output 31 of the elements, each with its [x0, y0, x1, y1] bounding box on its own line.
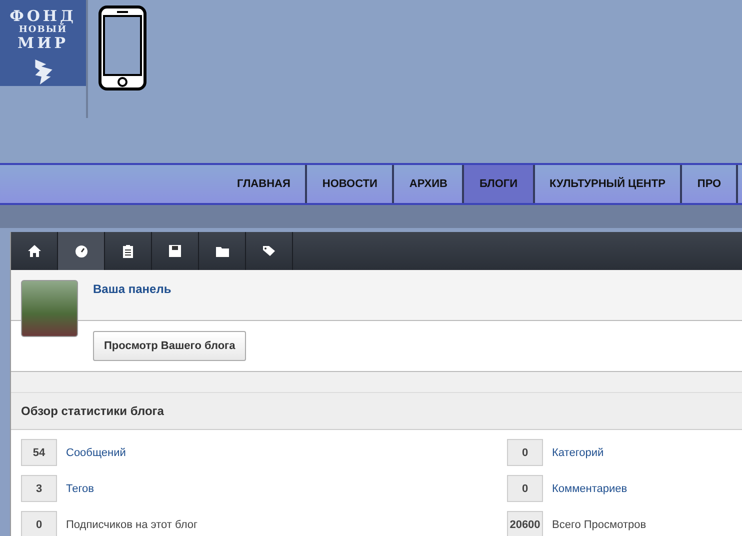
stat-link[interactable]: Сообщений	[66, 446, 126, 458]
logo-text: НОВЫЙ	[18, 25, 68, 35]
nav-item[interactable]: ПРО	[682, 165, 738, 203]
nav-item[interactable]: ГЛАВНАЯ	[222, 165, 308, 203]
stat-count: 54	[21, 439, 57, 466]
stat-label: Подписчиков на этот блог	[66, 518, 198, 530]
stat-count: 0	[507, 475, 543, 502]
nav-item[interactable]: БЛОГИ	[464, 165, 535, 203]
nav-item[interactable]: НОВОСТИ	[307, 165, 394, 203]
stat-label: Всего Просмотров	[552, 518, 646, 530]
stat-count: 0	[21, 511, 57, 536]
folder-icon	[216, 246, 228, 256]
toolbar-button[interactable]	[58, 232, 105, 270]
stat-link[interactable]: Категорий	[552, 446, 604, 458]
clipboard-icon	[123, 244, 133, 258]
dashboard-link[interactable]: Ваша панель	[93, 282, 172, 296]
stat-count: 3	[21, 475, 57, 502]
stat-link[interactable]: Тегов	[66, 482, 94, 494]
avatar-photo-placeholder	[21, 280, 78, 337]
stat-count: 0	[507, 439, 543, 466]
dashboard-icon	[74, 244, 88, 258]
logo-text: ФОНД	[10, 8, 76, 25]
view-blog-button[interactable]: Просмотр Вашего блога	[93, 331, 246, 361]
stat-link[interactable]: Комментариев	[552, 482, 628, 494]
home-icon	[28, 245, 40, 257]
section-title: Обзор статистики блога	[11, 393, 742, 430]
nav-item[interactable]: КУЛЬТУРНЫЙ ЦЕНТР	[534, 165, 682, 203]
logo-text: МИР	[17, 35, 69, 52]
tag-icon	[263, 246, 275, 256]
smartphone-icon	[98, 5, 147, 91]
stat-count: 20600	[507, 511, 543, 536]
